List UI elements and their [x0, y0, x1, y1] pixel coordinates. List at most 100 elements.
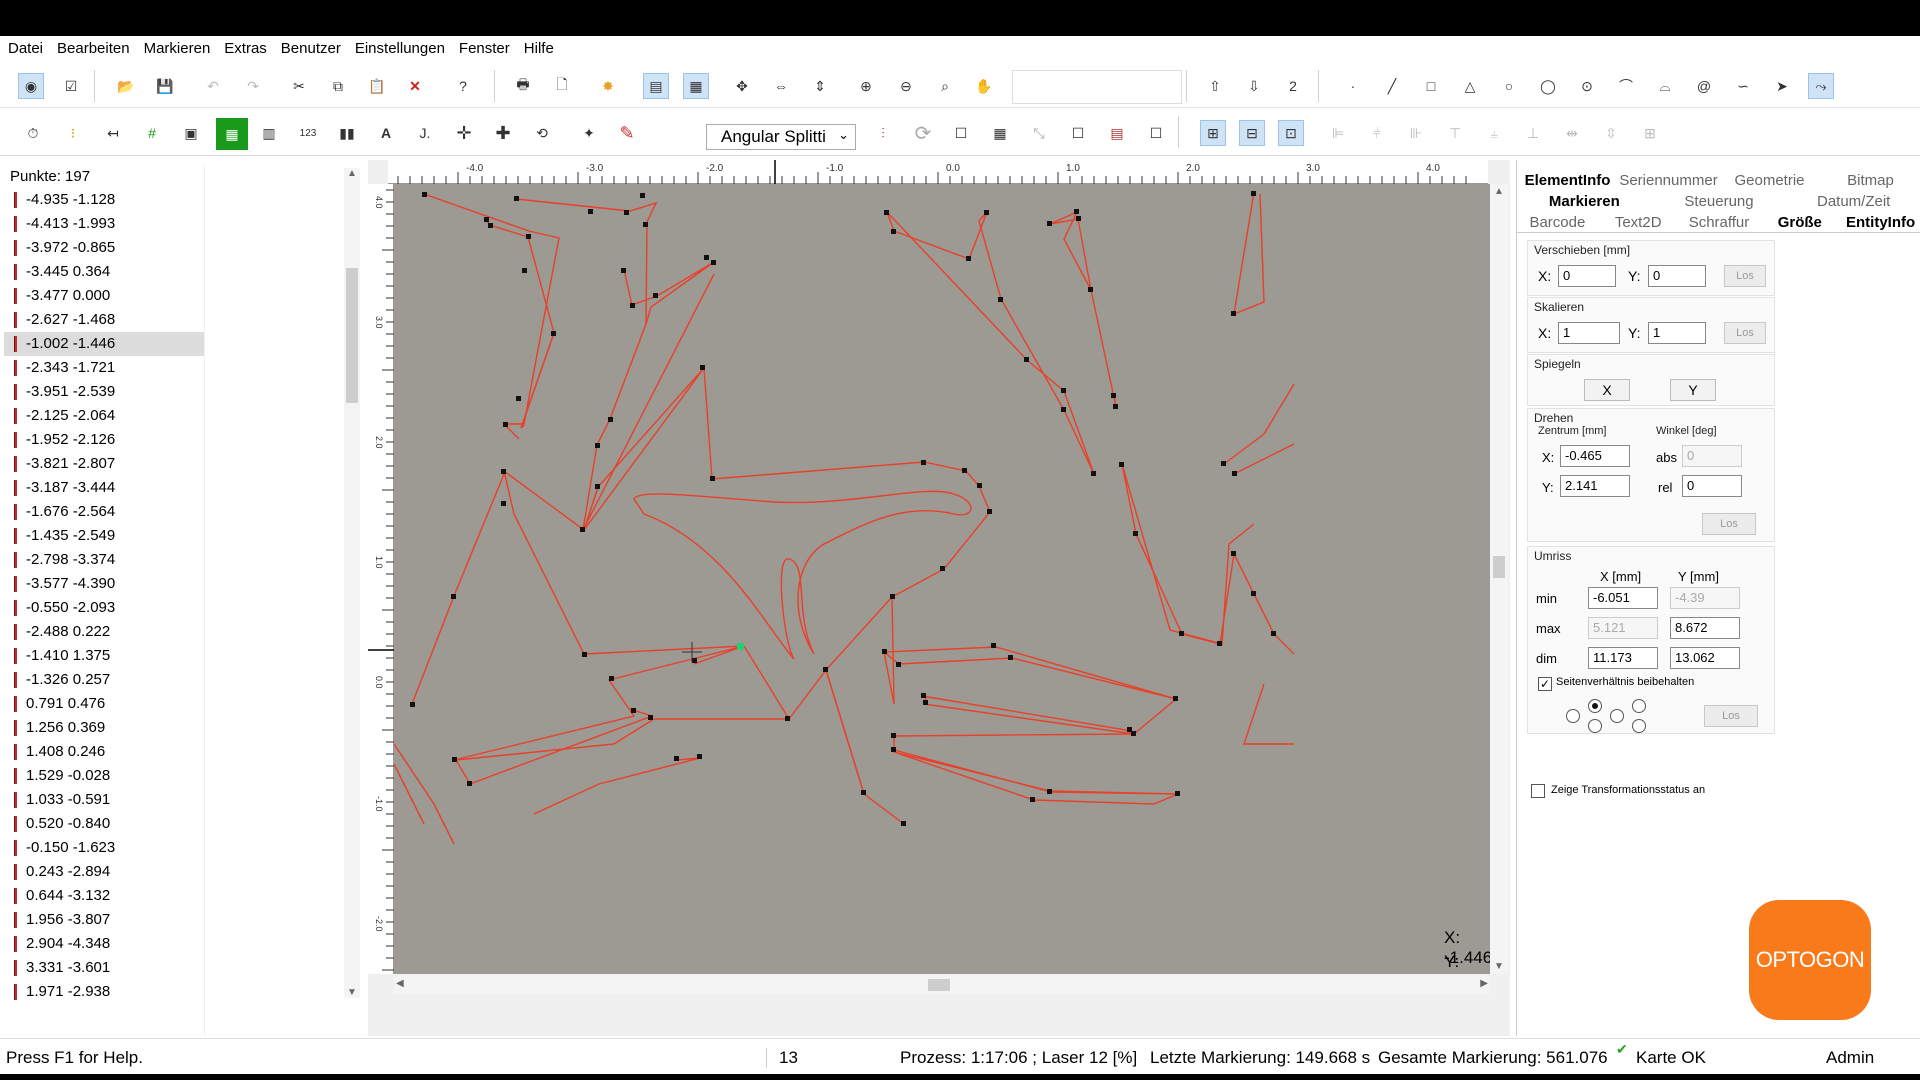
vector-drawing[interactable] — [394, 184, 1490, 974]
move-icon[interactable]: ✥ — [729, 73, 755, 99]
tab-barcode[interactable]: Barcode — [1517, 212, 1598, 232]
arc-tool-icon[interactable]: ⌒ — [1613, 73, 1639, 99]
align-hmid-icon[interactable]: ⫩ — [1364, 120, 1390, 146]
list-item[interactable]: 0.644 -3.132 — [4, 884, 204, 908]
menu-markieren[interactable]: Markieren — [144, 40, 211, 57]
rotate-apply-button[interactable]: Los — [1702, 513, 1756, 535]
circle-center-tool-icon[interactable]: ⊙ — [1574, 73, 1600, 99]
anchor-radio-center[interactable] — [1566, 709, 1580, 723]
list-item[interactable]: 1.033 -0.591 — [4, 788, 204, 812]
move-apply-button[interactable]: Los — [1724, 265, 1766, 287]
same-size-icon[interactable]: ⊞ — [1637, 120, 1663, 146]
distribute-v-icon[interactable]: ⇳ — [1598, 120, 1624, 146]
frame-icon[interactable]: ☐ — [948, 120, 974, 146]
selected-node[interactable] — [737, 643, 744, 650]
help-icon[interactable]: ? — [450, 73, 476, 99]
move-h-icon[interactable]: ⇔ — [768, 73, 794, 99]
outline-min-y-input[interactable]: -4.39 — [1670, 587, 1740, 609]
timer-icon[interactable]: ⏱ — [20, 120, 46, 146]
traffic-light-icon[interactable]: ⁝ — [60, 120, 86, 146]
move-x-input[interactable]: 0 — [1558, 265, 1616, 287]
list-item[interactable]: -2.798 -3.374 — [4, 548, 204, 572]
menu-bearbeiten[interactable]: Bearbeiten — [57, 40, 130, 57]
zoom-fit-icon[interactable]: ⌕ — [932, 73, 958, 99]
text-icon[interactable]: A — [373, 120, 399, 146]
layer-view-icon[interactable]: ▤ — [643, 73, 669, 99]
list-item[interactable]: -1.435 -2.549 — [4, 524, 204, 548]
design-canvas[interactable]: X: -1.446 Y: -1.534 — [394, 184, 1490, 974]
tab-entityinfo[interactable]: EntityInfo — [1840, 212, 1920, 232]
list-item[interactable]: -3.972 -0.865 — [4, 236, 204, 260]
align-hcenter-icon[interactable]: ⊟ — [1239, 120, 1265, 146]
canvas-vertical-scrollbar[interactable]: ▲ ▼ — [1490, 184, 1508, 974]
print-preview-icon[interactable]: 🗋 — [549, 73, 575, 99]
anchor-radio-top-left[interactable] — [1588, 699, 1602, 713]
tab-seriennummer[interactable]: Seriennummer — [1618, 170, 1719, 191]
list-item[interactable]: -3.577 -4.390 — [4, 572, 204, 596]
redo-icon[interactable]: ↷ — [240, 73, 266, 99]
list-item[interactable]: -1.410 1.375 — [4, 644, 204, 668]
move-y-input[interactable]: 0 — [1648, 265, 1706, 287]
barcode-icon[interactable]: ▮▮ — [334, 120, 360, 146]
scale-apply-button[interactable]: Los — [1724, 322, 1766, 344]
menu-datei[interactable]: Datei — [8, 40, 43, 57]
arc2-tool-icon[interactable]: ⌓ — [1652, 73, 1678, 99]
pan-hand-icon[interactable]: ✋ — [971, 73, 997, 99]
grid-snap-icon[interactable]: # — [139, 120, 165, 146]
mirror-y-button[interactable]: Y — [1670, 379, 1716, 401]
tab-schraffur[interactable]: Schraffur — [1679, 212, 1760, 232]
tab-groesse[interactable]: Größe — [1759, 212, 1841, 232]
tab-text2d[interactable]: Text2D — [1598, 212, 1679, 232]
doc-icon[interactable]: ▥ — [256, 120, 282, 146]
paste-icon[interactable]: 📋 — [364, 73, 390, 99]
show-transform-checkbox[interactable] — [1531, 784, 1545, 798]
outline-icon[interactable]: ☐ — [1143, 120, 1169, 146]
zoom-out-icon[interactable]: ⊖ — [893, 73, 919, 99]
scroll-down-icon[interactable]: ▼ — [347, 987, 357, 998]
anchor-radio-bottom-right[interactable] — [1632, 719, 1646, 733]
menu-extras[interactable]: Extras — [224, 40, 267, 57]
list-item[interactable]: -0.550 -2.093 — [4, 596, 204, 620]
outline-dim-x-input[interactable]: 11.173 — [1588, 647, 1658, 669]
canvas-horizontal-scrollbar[interactable]: ◀ ▶ — [394, 976, 1490, 994]
open-icon[interactable]: 📂 — [113, 73, 139, 99]
list-item[interactable]: -2.488 0.222 — [4, 620, 204, 644]
tab-elementinfo[interactable]: ElementInfo — [1517, 170, 1618, 191]
align-vmid-icon[interactable]: ⫨ — [1481, 120, 1507, 146]
align-right-icon[interactable]: ⊪ — [1403, 120, 1429, 146]
list-item[interactable]: -4.413 -1.993 — [4, 212, 204, 236]
checkbox-icon[interactable]: ☑ — [58, 73, 84, 99]
scroll-thumb[interactable] — [928, 979, 950, 991]
arrow-up-icon[interactable]: ⇧ — [1202, 73, 1228, 99]
outline-max-y-input[interactable]: 8.672 — [1670, 617, 1740, 639]
point-list-scrollbar[interactable]: ▲ ▼ — [344, 168, 360, 998]
rectangle-tool-icon[interactable]: □ — [1418, 73, 1444, 99]
menu-benutzer[interactable]: Benutzer — [281, 40, 341, 57]
list-item[interactable]: -0.150 -1.623 — [4, 836, 204, 860]
align-vcenter-icon[interactable]: ⊡ — [1278, 120, 1304, 146]
tab-geometrie[interactable]: Geometrie — [1719, 170, 1820, 191]
distribute-h-icon[interactable]: ⇹ — [1559, 120, 1585, 146]
list-item[interactable]: -1.952 -2.126 — [4, 428, 204, 452]
outline-max-x-input[interactable]: 5.121 — [1588, 617, 1658, 639]
list-item[interactable]: 0.791 0.476 — [4, 692, 204, 716]
scroll-up-icon[interactable]: ▲ — [347, 168, 357, 179]
refresh-icon[interactable]: ⟳ — [910, 120, 936, 146]
crosshair-icon[interactable]: ✚ — [490, 120, 516, 146]
save-icon[interactable]: 💾 — [152, 73, 178, 99]
rotate-center-x-input[interactable]: -0.465 — [1560, 445, 1630, 467]
menu-einstellungen[interactable]: Einstellungen — [355, 40, 445, 57]
tab-markieren[interactable]: Markieren — [1517, 191, 1652, 212]
scroll-right-icon[interactable]: ▶ — [1480, 978, 1488, 989]
laser-icon[interactable]: ✸ — [595, 73, 621, 99]
scroll-down-icon[interactable]: ▼ — [1494, 961, 1504, 972]
rotate-rel-input[interactable]: 0 — [1682, 475, 1742, 497]
keep-ratio-checkbox[interactable]: ✓ — [1538, 677, 1552, 691]
serial-number-icon[interactable]: 123 — [295, 120, 321, 146]
view-icon[interactable]: ◉ — [18, 73, 44, 99]
list-item[interactable]: 1.408 0.246 — [4, 740, 204, 764]
tab-datum-zeit[interactable]: Datum/Zeit — [1786, 191, 1920, 212]
hatch-icon[interactable]: ▤ — [1104, 120, 1130, 146]
copy-icon[interactable]: ⧉ — [325, 73, 351, 99]
undo-icon[interactable]: ↶ — [200, 73, 226, 99]
